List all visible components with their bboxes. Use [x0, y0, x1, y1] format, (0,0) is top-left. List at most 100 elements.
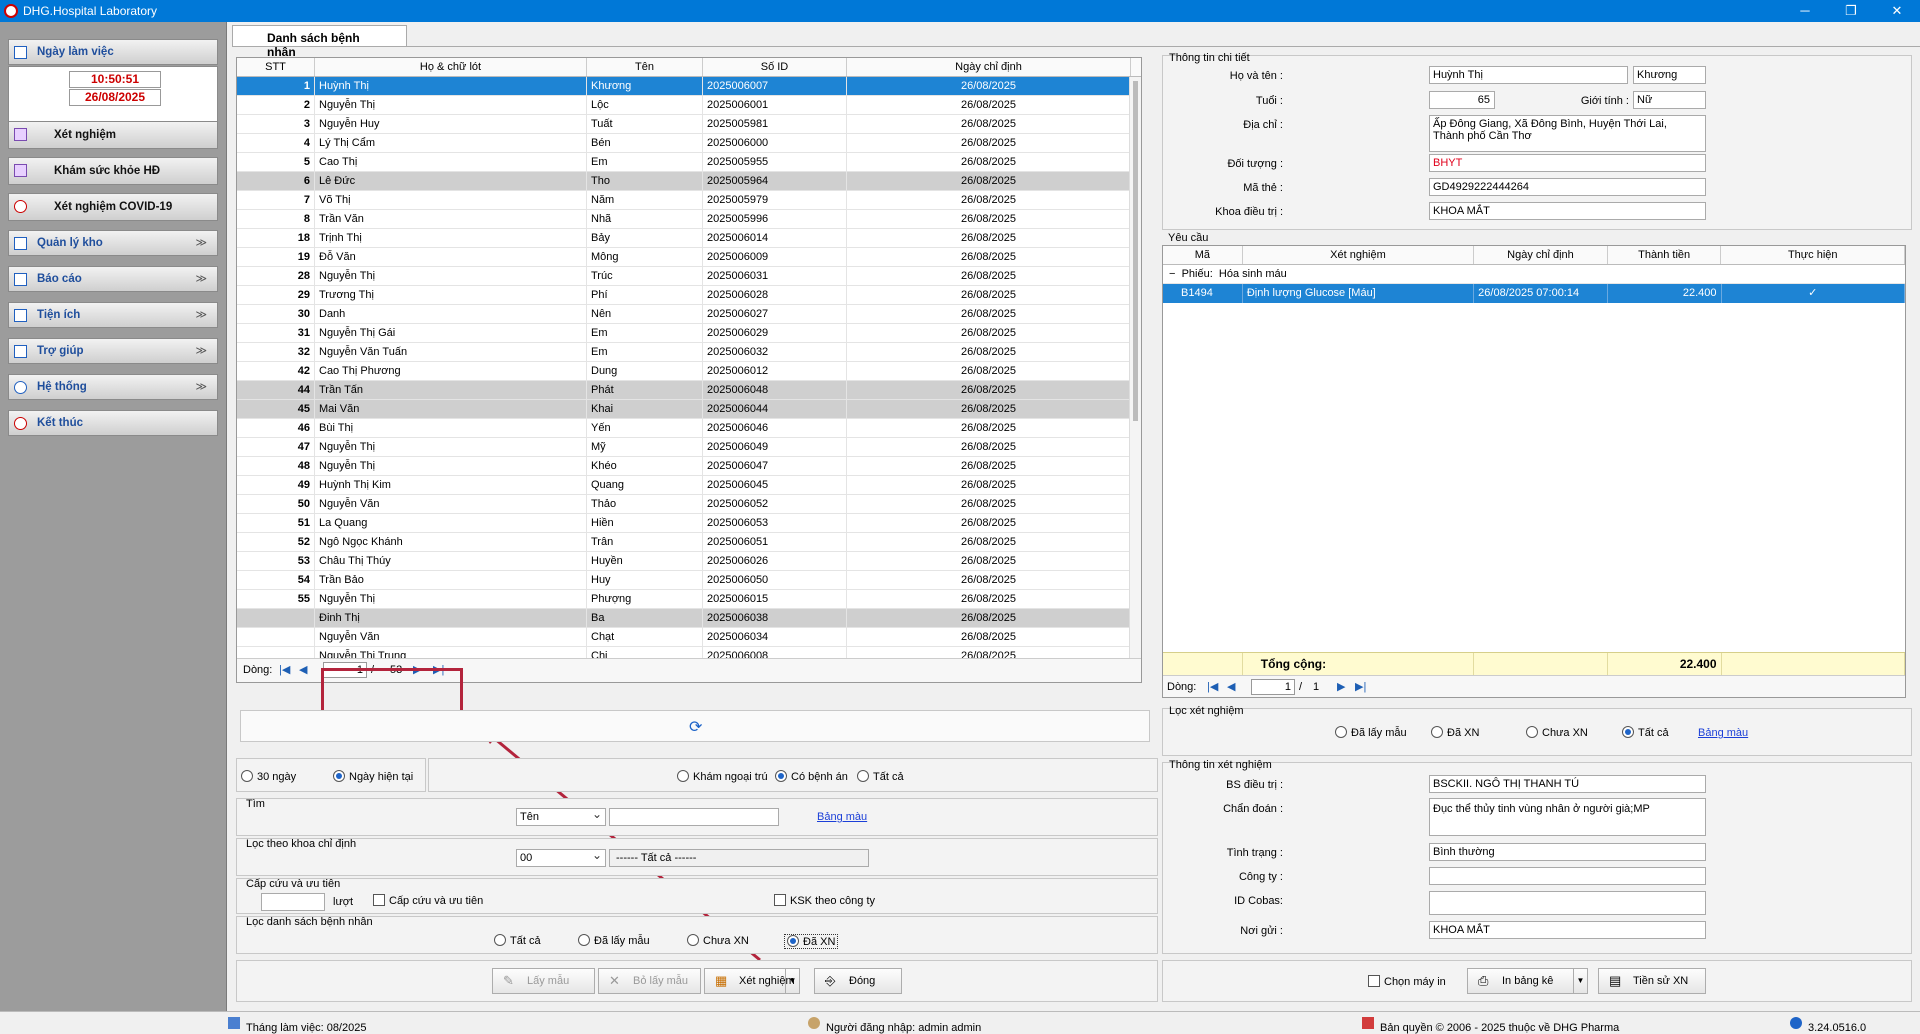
column-header[interactable]: Thực hiện	[1721, 246, 1905, 264]
take-sample-button[interactable]: ✎ Lấy mẫu	[492, 968, 595, 994]
table-row[interactable]: 52 Ngô Ngọc Khánh Trân 2025006051 26/08/2025	[237, 533, 1141, 552]
patient-grid[interactable]: STT Họ & chữ lót Tên Số ID Ngày chỉ định…	[236, 57, 1142, 683]
sidebar-item-tro-giup[interactable]: Trợ giúp ≫	[8, 338, 218, 364]
last-page-icon[interactable]: ▶|	[1355, 681, 1367, 693]
sender-field[interactable]: KHOA MẮT	[1429, 921, 1706, 939]
next-page-icon[interactable]: ▶	[1337, 681, 1349, 693]
doctor-field[interactable]: BSCKII. NGÔ THỊ THANH TÚ	[1429, 775, 1706, 793]
first-page-icon[interactable]: |◀	[1207, 681, 1219, 693]
table-row[interactable]: 2 Nguyễn Thị Lộc 2025006001 26/08/2025	[237, 96, 1141, 115]
radio-test-sampled[interactable]: Đã lấy mẫu	[1335, 726, 1407, 739]
radio-list-all[interactable]: Tất cả	[494, 934, 541, 947]
condition-field[interactable]: Bình thường	[1429, 843, 1706, 861]
close-button[interactable]: ⎆ Đóng	[814, 968, 902, 994]
radio-test-all[interactable]: Tất cả	[1622, 726, 1669, 739]
color-table-link[interactable]: Bảng màu	[817, 811, 867, 823]
refresh-bar[interactable]: ⟳	[240, 710, 1150, 742]
request-row[interactable]: B1494 Định lượng Glucose [Máu] 26/08/202…	[1163, 284, 1905, 303]
sidebar-item-ket-thuc[interactable]: Kết thúc	[8, 410, 218, 436]
sidebar-item-covid[interactable]: Xét nghiệm COVID-19	[8, 193, 218, 221]
column-header[interactable]: Tên	[587, 58, 703, 76]
column-header[interactable]: Mã	[1163, 246, 1243, 264]
table-row[interactable]: Nguyễn Văn Chạt 2025006034 26/08/2025	[237, 628, 1141, 647]
radio-test-not-tested[interactable]: Chưa XN	[1526, 726, 1588, 739]
requests-grid[interactable]: Mã Xét nghiệm Ngày chỉ định Thành tiền T…	[1162, 245, 1906, 698]
table-row[interactable]: 32 Nguyễn Văn Tuấn Em 2025006032 26/08/2025	[237, 343, 1141, 362]
table-row[interactable]: 47 Nguyễn Thị Mỹ 2025006049 26/08/2025	[237, 438, 1141, 457]
priority-checkbox[interactable]: Cấp cứu và ưu tiên	[373, 894, 483, 907]
test-color-link[interactable]: Bảng màu	[1698, 727, 1748, 739]
diagnosis-field[interactable]: Đục thể thủy tinh vùng nhân ở người già;…	[1429, 798, 1706, 836]
choose-printer-checkbox[interactable]: Chọn máy in	[1368, 975, 1446, 988]
column-header[interactable]: Họ & chữ lót	[315, 58, 587, 76]
table-row[interactable]: 45 Mai Văn Khai 2025006044 26/08/2025	[237, 400, 1141, 419]
table-row[interactable]: 8 Trần Văn Nhã 2025005996 26/08/2025	[237, 210, 1141, 229]
radio-list-tested[interactable]: Đã XN	[784, 934, 839, 949]
table-row[interactable]: Đinh Thị Ba 2025006038 26/08/2025	[237, 609, 1141, 628]
prev-page-icon[interactable]: ◀	[299, 664, 311, 676]
table-row[interactable]: 28 Nguyễn Thị Trúc 2025006031 26/08/2025	[237, 267, 1141, 286]
insurance-card-field[interactable]: GD4929222444264	[1429, 178, 1706, 196]
test-dropdown-icon[interactable]: ▼	[785, 969, 799, 993]
pager-current-input[interactable]: 1	[1251, 679, 1295, 695]
table-row[interactable]: 3 Nguyễn Huy Tuất 2025005981 26/08/2025	[237, 115, 1141, 134]
company-field[interactable]	[1429, 867, 1706, 885]
column-header[interactable]: Số ID	[703, 58, 847, 76]
first-page-icon[interactable]: |◀	[279, 664, 291, 676]
given-name-field[interactable]: Khương	[1633, 66, 1706, 84]
radio-test-tested[interactable]: Đã XN	[1431, 726, 1479, 739]
sidebar-item-quan-ly-kho[interactable]: Quản lý kho ≫	[8, 230, 218, 256]
table-row[interactable]: 29 Trương Thị Phí 2025006028 26/08/2025	[237, 286, 1141, 305]
radio-list-not-tested[interactable]: Chưa XN	[687, 934, 749, 947]
surname-field[interactable]: Huỳnh Thị	[1429, 66, 1628, 84]
scrollbar-thumb[interactable]	[1133, 81, 1138, 421]
table-row[interactable]: 19 Đỗ Văn Mông 2025006009 26/08/2025	[237, 248, 1141, 267]
sidebar-item-kham-suc-khoe[interactable]: Khám sức khỏe HĐ	[8, 157, 218, 185]
table-row[interactable]: 55 Nguyễn Thị Phượng 2025006015 26/08/2025	[237, 590, 1141, 609]
current-date[interactable]: 26/08/2025	[69, 89, 161, 106]
request-done-check[interactable]: ✓	[1722, 284, 1905, 303]
column-header[interactable]: Ngày chỉ định	[1474, 246, 1608, 264]
table-row[interactable]: 7 Võ Thị Năm 2025005979 26/08/2025	[237, 191, 1141, 210]
radio-has-record[interactable]: Có bệnh án	[775, 770, 848, 783]
sidebar-item-tien-ich[interactable]: Tiện ích ≫	[8, 302, 218, 328]
maximize-button[interactable]: ❐	[1828, 0, 1874, 22]
radio-today[interactable]: Ngày hiện tại	[333, 770, 413, 783]
sidebar-item-bao-cao[interactable]: Báo cáo ≫	[8, 266, 218, 292]
table-row[interactable]: 18 Trịnh Thị Bảy 2025006014 26/08/2025	[237, 229, 1141, 248]
close-window-button[interactable]: ✕	[1874, 0, 1920, 22]
test-history-button[interactable]: ▤ Tiền sử XN	[1598, 968, 1706, 994]
table-row[interactable]: 30 Danh Nên 2025006027 26/08/2025	[237, 305, 1141, 324]
print-button[interactable]: ⎙ In bảng kê ▼	[1467, 968, 1588, 994]
radio-type-all[interactable]: Tất cả	[857, 770, 904, 783]
cobas-field[interactable]	[1429, 891, 1706, 915]
table-row[interactable]: 49 Huỳnh Thị Kim Quang 2025006045 26/08/2025	[237, 476, 1141, 495]
minimize-button[interactable]: ─	[1782, 0, 1828, 22]
table-row[interactable]: 46 Bùi Thị Yến 2025006046 26/08/2025	[237, 419, 1141, 438]
radio-30-days[interactable]: 30 ngày	[241, 770, 296, 783]
dept-code-select[interactable]: 00	[516, 849, 606, 867]
table-row[interactable]: 48 Nguyễn Thị Khéo 2025006047 26/08/2025	[237, 457, 1141, 476]
vertical-scrollbar[interactable]	[1129, 77, 1141, 671]
address-field[interactable]: Ấp Đông Giang, Xã Đông Bình, Huyện Thới …	[1429, 115, 1706, 152]
priority-count-input[interactable]	[261, 893, 325, 911]
ksk-company-checkbox[interactable]: KSK theo công ty	[774, 894, 875, 907]
table-row[interactable]: 54 Trần Bảo Huy 2025006050 26/08/2025	[237, 571, 1141, 590]
column-header[interactable]: Xét nghiệm	[1243, 246, 1475, 264]
table-row[interactable]: 42 Cao Thị Phương Dung 2025006012 26/08/2025	[237, 362, 1141, 381]
table-row[interactable]: 44 Trần Tấn Phát 2025006048 26/08/2025	[237, 381, 1141, 400]
radio-list-sampled[interactable]: Đã lấy mẫu	[578, 934, 650, 947]
refresh-icon[interactable]: ⟳	[689, 717, 702, 737]
gender-field[interactable]: Nữ	[1633, 91, 1706, 109]
table-row[interactable]: 6 Lê Đức Tho 2025005964 26/08/2025	[237, 172, 1141, 191]
column-header[interactable]: Thành tiền	[1608, 246, 1722, 264]
table-row[interactable]: 1 Huỳnh Thị Khương 2025006007 26/08/2025	[237, 77, 1141, 96]
table-row[interactable]: 53 Châu Thị Thúy Huyền 2025006026 26/08/2025	[237, 552, 1141, 571]
object-field[interactable]: BHYT	[1429, 154, 1706, 172]
sidebar-item-he-thong[interactable]: Hệ thống ≫	[8, 374, 218, 400]
column-header[interactable]: Ngày chỉ định	[847, 58, 1131, 76]
table-row[interactable]: 50 Nguyễn Văn Thảo 2025006052 26/08/2025	[237, 495, 1141, 514]
table-row[interactable]: 51 La Quang Hiền 2025006053 26/08/2025	[237, 514, 1141, 533]
tab-patient-list[interactable]: Danh sách bệnh nhân	[232, 25, 407, 59]
collapse-icon[interactable]: −	[1169, 268, 1175, 280]
